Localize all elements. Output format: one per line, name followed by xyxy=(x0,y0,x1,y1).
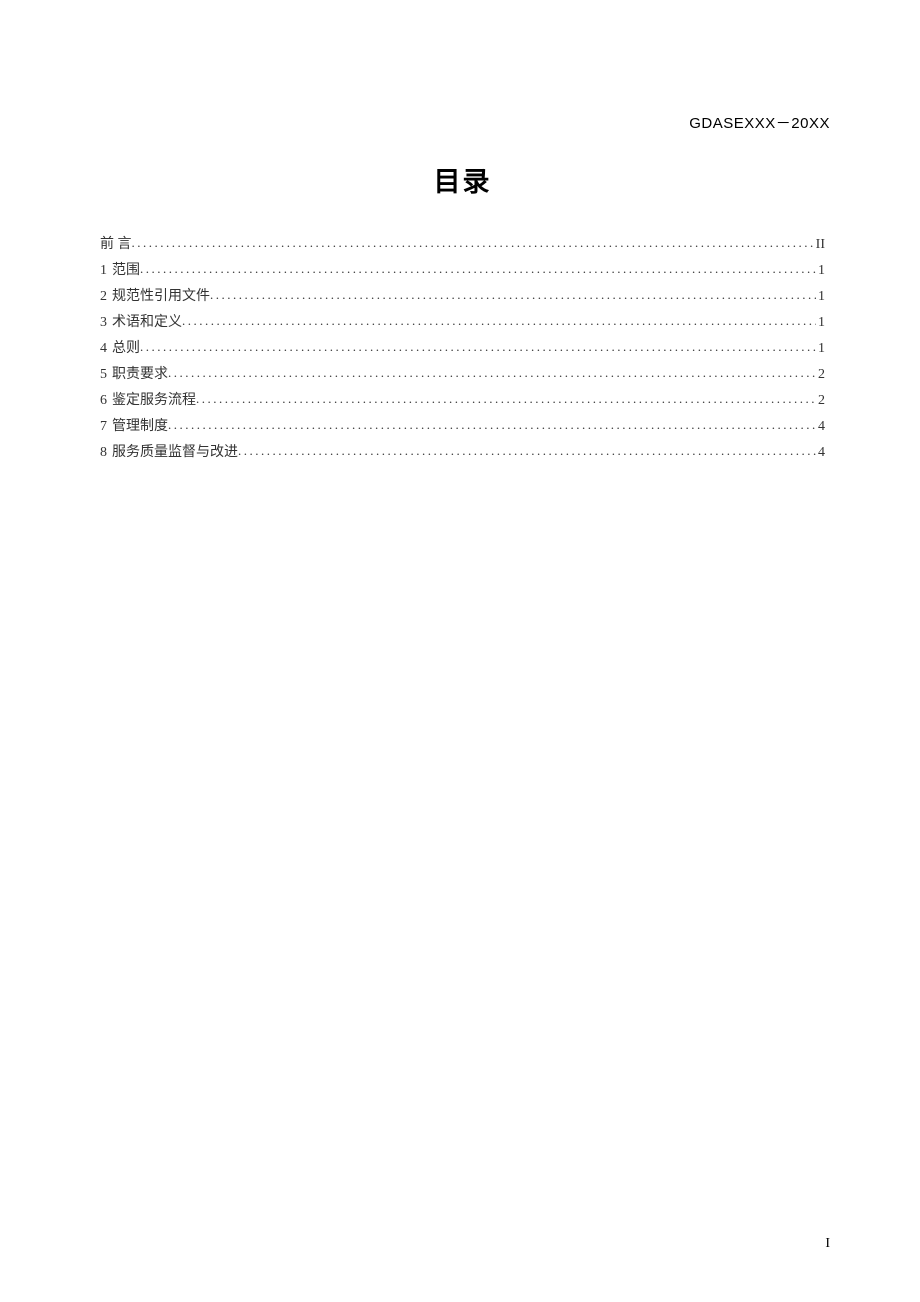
toc-number: 3 xyxy=(100,315,107,330)
toc-entry: 7 管理制度 4 xyxy=(100,413,825,439)
toc-text: 总则 xyxy=(112,341,140,356)
toc-dots xyxy=(168,412,816,437)
toc-dots xyxy=(238,438,816,463)
toc-label: 1 范围 xyxy=(100,258,140,283)
toc-number: 6 xyxy=(100,393,107,408)
toc-text: 管理制度 xyxy=(112,419,168,434)
toc-page: 2 xyxy=(816,388,825,413)
toc-page: 1 xyxy=(816,310,825,335)
toc-label: 8 服务质量监督与改进 xyxy=(100,440,238,465)
toc-number: 7 xyxy=(100,419,107,434)
table-of-contents: 前 言 II 1 范围 1 2 规范性引用文件 1 3 术语和定义 1 4 总则 1 5… xyxy=(95,231,830,465)
toc-label: 前 言 xyxy=(100,232,132,257)
toc-page: II xyxy=(814,232,825,257)
toc-page: 1 xyxy=(816,336,825,361)
toc-dots xyxy=(168,360,816,385)
toc-dots xyxy=(196,386,816,411)
toc-page: 1 xyxy=(816,284,825,309)
toc-label: 5 职责要求 xyxy=(100,362,168,387)
toc-entry: 1 范围 1 xyxy=(100,257,825,283)
toc-page: 2 xyxy=(816,362,825,387)
toc-entry: 6 鉴定服务流程 2 xyxy=(100,387,825,413)
toc-text: 范围 xyxy=(112,263,140,278)
toc-text: 规范性引用文件 xyxy=(112,289,210,304)
toc-entry: 4 总则 1 xyxy=(100,335,825,361)
toc-label: 6 鉴定服务流程 xyxy=(100,388,196,413)
toc-dots xyxy=(210,282,816,307)
toc-entry-preface: 前 言 II xyxy=(100,231,825,257)
toc-dots xyxy=(140,334,816,359)
toc-text: 职责要求 xyxy=(112,367,168,382)
toc-page: 4 xyxy=(816,440,825,465)
toc-number: 1 xyxy=(100,263,107,278)
toc-number: 2 xyxy=(100,289,107,304)
toc-number: 8 xyxy=(100,445,107,460)
toc-page: 4 xyxy=(816,414,825,439)
toc-entry: 8 服务质量监督与改进 4 xyxy=(100,439,825,465)
toc-dots xyxy=(182,308,816,333)
toc-entry: 3 术语和定义 1 xyxy=(100,309,825,335)
toc-label: 2 规范性引用文件 xyxy=(100,284,210,309)
toc-label: 3 术语和定义 xyxy=(100,310,182,335)
toc-text: 术语和定义 xyxy=(112,315,182,330)
toc-label: 7 管理制度 xyxy=(100,414,168,439)
toc-dots xyxy=(132,230,814,255)
header-document-code: GDASEXXX－20XX xyxy=(689,112,830,133)
page-number: I xyxy=(825,1236,830,1252)
toc-number: 4 xyxy=(100,341,107,356)
page-title: 目录 xyxy=(95,160,830,199)
toc-entry: 2 规范性引用文件 1 xyxy=(100,283,825,309)
toc-number: 5 xyxy=(100,367,107,382)
toc-text: 服务质量监督与改进 xyxy=(112,445,238,460)
toc-entry: 5 职责要求 2 xyxy=(100,361,825,387)
toc-label: 4 总则 xyxy=(100,336,140,361)
toc-text: 鉴定服务流程 xyxy=(112,393,196,408)
toc-page: 1 xyxy=(816,258,825,283)
toc-dots xyxy=(140,256,816,281)
